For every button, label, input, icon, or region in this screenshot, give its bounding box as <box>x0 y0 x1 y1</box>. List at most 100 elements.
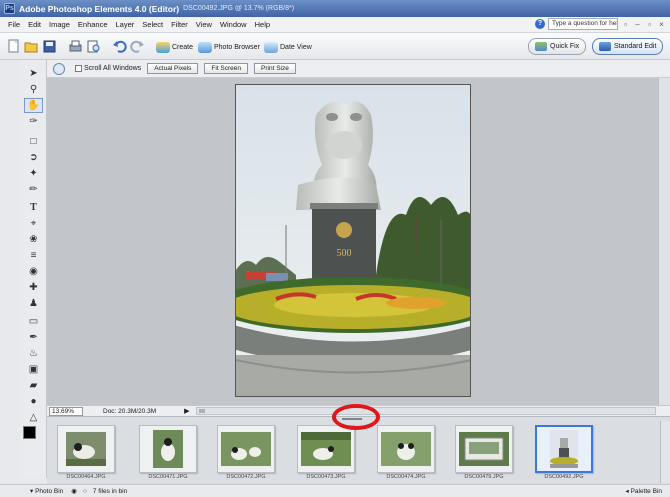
help-area: ? Type a question for help ▫ – ▫ × <box>535 18 666 30</box>
bin-thumbnail[interactable]: DSC00464.JPG <box>53 425 119 483</box>
print-icon[interactable] <box>68 39 83 54</box>
app-title: Adobe Photoshop Elements 4.0 (Editor) <box>19 3 180 14</box>
clone-stamp-tool-icon[interactable]: ♟ <box>24 296 43 311</box>
actual-pixels-button[interactable]: Actual Pixels <box>147 63 199 74</box>
thumbnail-image <box>153 430 183 468</box>
bin-thumbnail[interactable]: DSC00473.JPG <box>293 425 359 483</box>
menu-enhance[interactable]: Enhance <box>74 20 112 29</box>
straighten-tool-icon[interactable]: ≡ <box>24 248 43 263</box>
foreground-color-swatch[interactable] <box>23 426 36 439</box>
status-menu-arrow-icon[interactable]: ▶ <box>184 407 189 415</box>
photo-image: 500 <box>236 85 470 396</box>
menu-image[interactable]: Image <box>45 20 74 29</box>
type-tool-icon[interactable]: T <box>24 200 43 215</box>
bin-nav-icon[interactable]: ○ <box>83 488 87 495</box>
thumbnail-frame[interactable] <box>455 425 513 473</box>
menu-layer[interactable]: Layer <box>112 20 139 29</box>
eraser-tool-icon[interactable]: ▭ <box>24 314 43 329</box>
thumbnail-frame[interactable] <box>217 425 275 473</box>
zoom-level-field[interactable]: 13.69% <box>49 406 83 416</box>
thumbnail-frame[interactable] <box>297 425 355 473</box>
red-eye-tool-icon[interactable]: ◉ <box>24 264 43 279</box>
close-icon[interactable]: × <box>657 20 666 29</box>
eyedropper-tool-icon[interactable]: ✑ <box>24 114 43 129</box>
crop-tool-icon[interactable]: ⌖ <box>24 216 43 231</box>
fit-screen-button[interactable]: Fit Screen <box>204 63 249 74</box>
magic-wand-tool-icon[interactable]: ✦ <box>24 166 43 181</box>
print-preview-icon[interactable] <box>86 39 101 54</box>
photo-bin-toggle[interactable]: ▾ Photo Bin <box>30 487 63 495</box>
vertical-scrollbar[interactable] <box>658 78 670 405</box>
selection-brush-tool-icon[interactable]: ✏ <box>24 182 43 197</box>
brush-tool-icon[interactable]: ✒ <box>24 330 43 345</box>
healing-brush-tool-icon[interactable]: ✚ <box>24 280 43 295</box>
shape-tool-icon[interactable]: ▰ <box>24 378 43 393</box>
print-size-button[interactable]: Print Size <box>254 63 296 74</box>
thumbnail-image <box>550 430 578 468</box>
thumbnail-filename: DSC00471.JPG <box>148 474 188 480</box>
date-view-button[interactable]: Date View <box>264 40 312 54</box>
zoom-tool-icon[interactable]: ⚲ <box>24 82 43 97</box>
color-swatches[interactable] <box>23 426 45 448</box>
date-view-label: Date View <box>280 43 312 51</box>
thumbnail-image <box>301 432 351 466</box>
menu-select[interactable]: Select <box>138 20 167 29</box>
bin-scrollbar[interactable] <box>660 421 670 483</box>
gradient-tool-icon[interactable]: ▣ <box>24 362 43 377</box>
save-icon[interactable] <box>42 39 57 54</box>
title-bar: Ps Adobe Photoshop Elements 4.0 (Editor)… <box>0 0 670 17</box>
thumbnail-frame[interactable] <box>57 425 115 473</box>
help-icon[interactable]: ? <box>535 19 545 29</box>
create-button[interactable]: Create <box>156 40 193 54</box>
marquee-tool-icon[interactable]: □ <box>24 134 43 149</box>
redo-icon[interactable] <box>130 39 145 54</box>
photo-bin-label: Photo Bin <box>35 488 64 495</box>
bin-thumbnail[interactable]: DSC00472.JPG <box>213 425 279 483</box>
menu-window[interactable]: Window <box>216 20 251 29</box>
menu-edit[interactable]: Edit <box>24 20 45 29</box>
bin-options-icon[interactable]: ◉ <box>71 487 77 495</box>
help-search-input[interactable]: Type a question for help <box>548 18 618 30</box>
photo-browser-button[interactable]: Photo Browser <box>198 40 260 54</box>
hand-tool-option-icon[interactable] <box>53 62 65 75</box>
minimize-icon[interactable]: – <box>633 20 642 29</box>
svg-text:500: 500 <box>337 248 352 259</box>
hand-tool-icon[interactable]: ✋ <box>24 98 43 113</box>
thumbnail-frame[interactable] <box>139 425 197 473</box>
thumbnail-frame[interactable] <box>535 425 593 473</box>
thumbnail-filename: DSC00479.JPG <box>464 474 504 480</box>
checkbox-box[interactable] <box>75 65 82 72</box>
move-tool-icon[interactable]: ➤ <box>24 66 43 81</box>
red-circle-annotation <box>332 404 380 430</box>
thumbnail-frame[interactable] <box>377 425 435 473</box>
menu-bar: File Edit Image Enhance Layer Select Fil… <box>0 17 670 33</box>
open-icon[interactable] <box>24 39 39 54</box>
bin-thumbnail-selected[interactable]: DSC00492.JPG <box>531 425 597 483</box>
lasso-tool-icon[interactable]: ➲ <box>24 150 43 165</box>
horizontal-scrollbar[interactable] <box>195 407 656 415</box>
maximize-icon[interactable]: ▫ <box>645 20 654 29</box>
thumbnail-filename: DSC00474.JPG <box>386 474 426 480</box>
scroll-thumb[interactable] <box>198 409 205 413</box>
blur-tool-icon[interactable]: ● <box>24 394 43 409</box>
menu-filter[interactable]: Filter <box>167 20 192 29</box>
document-photo[interactable]: 500 <box>235 84 471 397</box>
menu-help[interactable]: Help <box>251 20 274 29</box>
bin-thumbnail[interactable]: DSC00479.JPG <box>451 425 517 483</box>
menu-view[interactable]: View <box>192 20 216 29</box>
restore-icon[interactable]: ▫ <box>621 20 630 29</box>
scroll-all-windows-checkbox[interactable]: Scroll All Windows <box>75 65 141 72</box>
paint-bucket-tool-icon[interactable]: ♨ <box>24 346 43 361</box>
palette-bin-toggle[interactable]: ◂ Palette Bin <box>625 487 662 495</box>
undo-icon[interactable] <box>112 39 127 54</box>
standard-edit-button[interactable]: Standard Edit <box>592 38 664 55</box>
canvas-area[interactable]: 500 <box>47 78 658 405</box>
cookie-cutter-tool-icon[interactable]: ❀ <box>24 232 43 247</box>
sponge-tool-icon[interactable]: △ <box>24 410 43 425</box>
app-icon: Ps <box>4 3 15 14</box>
bin-thumbnail[interactable]: DSC00474.JPG <box>373 425 439 483</box>
bin-thumbnail[interactable]: DSC00471.JPG <box>135 425 201 483</box>
new-icon[interactable] <box>6 39 21 54</box>
menu-file[interactable]: File <box>4 20 24 29</box>
quick-fix-button[interactable]: Quick Fix <box>528 38 587 55</box>
